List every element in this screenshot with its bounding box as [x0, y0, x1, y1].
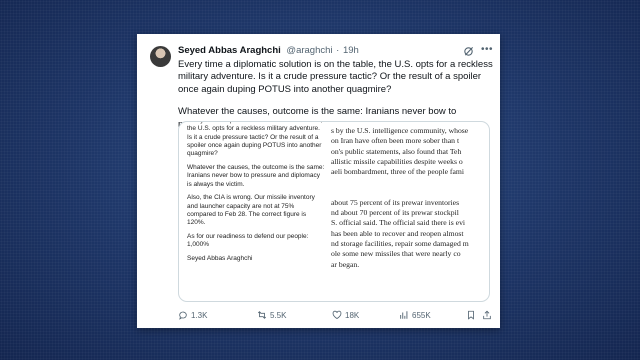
more-icon[interactable]: ••• — [481, 44, 493, 55]
repost-button[interactable]: 5.5K — [257, 310, 286, 320]
statement-paragraph: Also, the CIA is wrong. Our missile inve… — [187, 194, 315, 227]
article-column: s by the U.S. intelligence community, wh… — [331, 122, 489, 301]
like-count: 18K — [345, 310, 360, 320]
article-line: S. official said. The official said ther… — [331, 218, 466, 228]
article-line: about 75 percent of its prewar inventori… — [331, 197, 460, 207]
like-icon — [332, 310, 342, 319]
statement-signature: Seyed Abbas Araghchi — [187, 255, 253, 263]
bookmark-icon — [468, 310, 474, 320]
article-line: ole some new missiles that were nearly c… — [331, 249, 461, 259]
article-line: allistic missile capabilities despite we… — [331, 157, 463, 167]
views-icon — [400, 311, 408, 319]
post-header: Seyed Abbas Araghchi @araghchi · 19h — [178, 45, 359, 56]
article-line: on Iran have often been more sober than … — [331, 136, 460, 146]
article-line: on's public statements, also found that … — [331, 146, 462, 156]
repost-count: 5.5K — [270, 310, 287, 320]
article-line: ar began. — [331, 259, 360, 269]
like-button[interactable]: 18K — [332, 310, 359, 320]
article-line: aeli bombardment, three of the people fa… — [331, 167, 464, 177]
repost-icon — [257, 311, 267, 319]
post-time[interactable]: 19h — [343, 45, 359, 56]
post-card[interactable]: Seyed Abbas Araghchi @araghchi · 19h •••… — [137, 34, 500, 328]
statement-paragraph: As for our readiness to defend our peopl… — [187, 233, 309, 249]
author-name[interactable]: Seyed Abbas Araghchi — [178, 45, 281, 56]
time-separator: · — [336, 45, 340, 56]
reply-count: 1.3K — [191, 310, 208, 320]
views-button[interactable]: 655K — [399, 310, 431, 320]
statement-paragraph: Every time a diplomatic solution is on t… — [187, 122, 322, 158]
reply-button[interactable]: 1.3K — [178, 310, 207, 320]
views-count: 655K — [412, 310, 431, 320]
author-handle[interactable]: @araghchi — [286, 45, 332, 56]
share-button[interactable] — [482, 310, 492, 320]
article-line: s by the U.S. intelligence community, wh… — [331, 126, 469, 135]
statement-column: Every time a diplomatic solution is on t… — [179, 122, 329, 301]
article-line: nd about 70 percent of its prewar stockp… — [331, 208, 459, 218]
avatar[interactable] — [150, 46, 171, 67]
attached-image[interactable]: Every time a diplomatic solution is on t… — [178, 121, 490, 302]
reply-icon — [179, 311, 187, 320]
article-line: has been able to recover and reopen almo… — [331, 228, 464, 238]
article-line: nd storage facilities, repair some damag… — [331, 239, 469, 249]
bookmark-button[interactable] — [466, 310, 476, 320]
statement-paragraph: Whatever the causes, the outcome is the … — [187, 163, 325, 188]
post-paragraph: Every time a diplomatic solution is on t… — [178, 59, 493, 95]
grok-icon[interactable] — [463, 46, 474, 57]
action-bar: 1.3K 5.5K 18K 655K — [178, 310, 494, 322]
share-icon — [483, 310, 491, 320]
